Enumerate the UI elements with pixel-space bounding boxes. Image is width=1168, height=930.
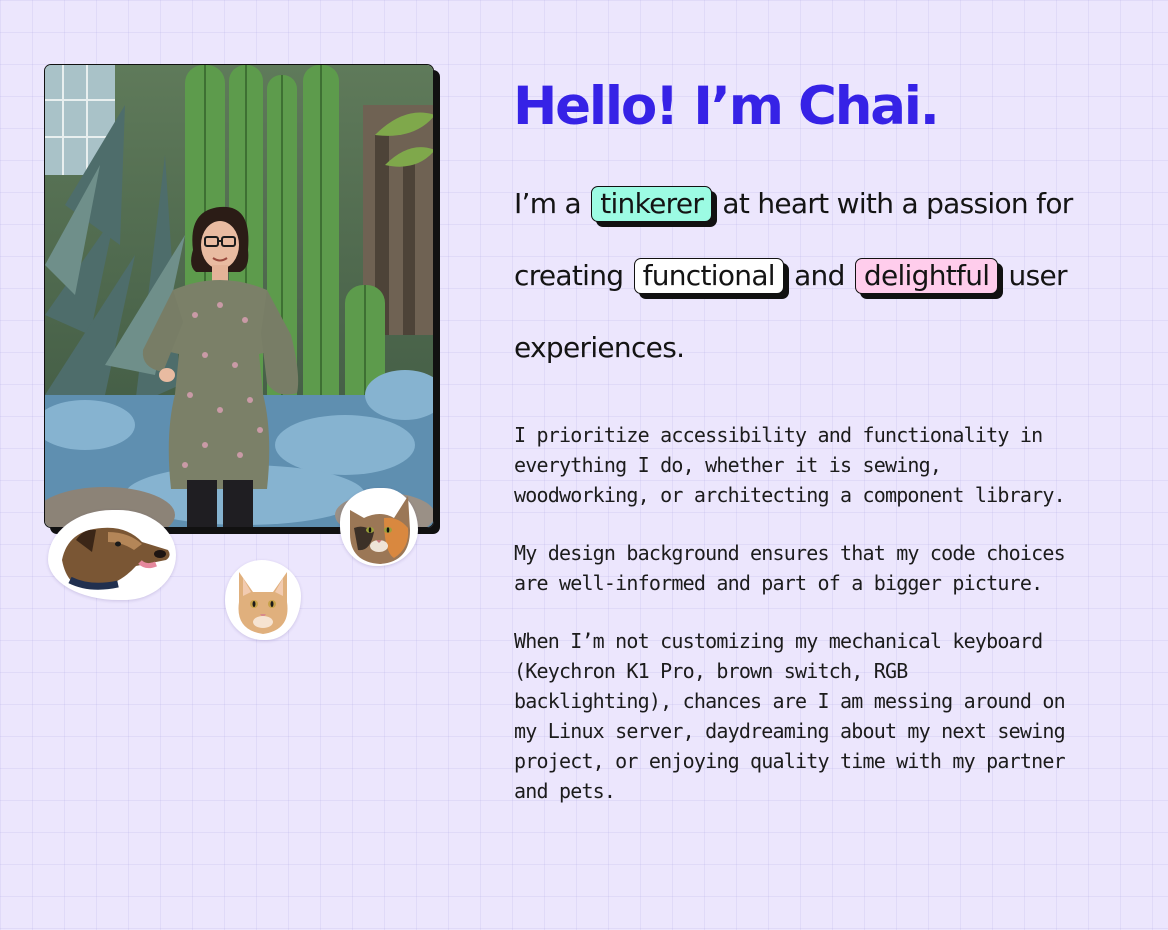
about-paragraph-accessibility: I prioritize accessibility and functiona… — [514, 423, 1066, 507]
delightful-chip: delightful — [854, 258, 999, 294]
about-section: I prioritize accessibility and functiona… — [514, 420, 1074, 834]
calico-cat-sticker — [340, 488, 418, 566]
about-paragraph-hobbies: When I’m not customizing my mechanical k… — [514, 629, 1066, 803]
dog-icon — [62, 527, 170, 590]
intro-text-1: I’m a — [514, 187, 582, 220]
orange-cat-sticker — [225, 560, 301, 640]
intro-text-3: and — [794, 259, 845, 292]
portrait-photo-illustration — [45, 65, 433, 527]
calico-cat-icon — [350, 496, 410, 564]
functional-chip: functional — [633, 258, 784, 294]
dog-sticker — [48, 510, 176, 600]
page-title: Hello! I’m Chai. — [513, 76, 940, 137]
orange-cat-icon — [238, 572, 288, 634]
about-paragraph-design: My design background ensures that my cod… — [514, 541, 1066, 595]
tinkerer-chip: tinkerer — [591, 186, 713, 222]
portrait-photo — [44, 64, 434, 528]
intro-statement: I’m a tinkerer at heart with a passion f… — [514, 168, 1094, 384]
